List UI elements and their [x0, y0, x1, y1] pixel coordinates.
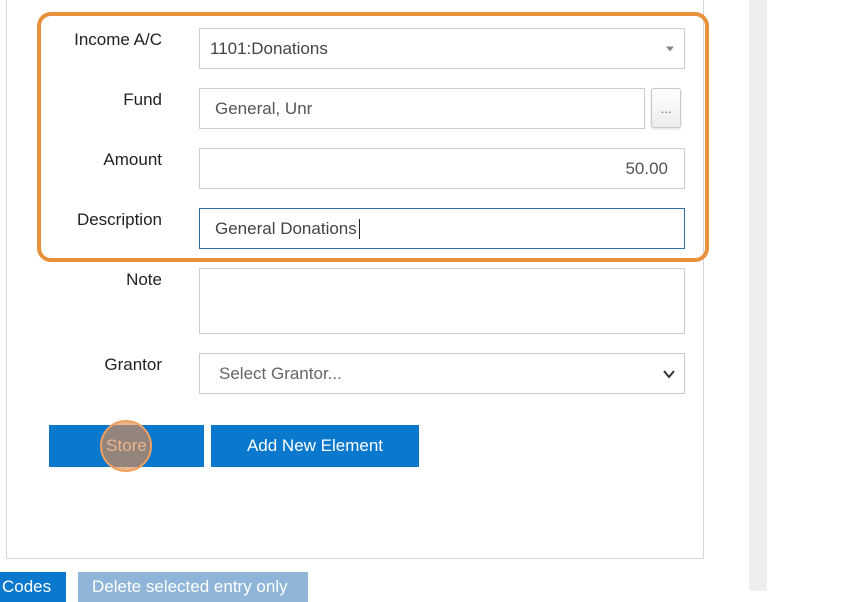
fund-value: General, Unr: [215, 98, 313, 118]
codes-button[interactable]: Codes: [0, 572, 66, 602]
amount-value: 50.00: [625, 158, 668, 178]
scroll-gutter: [749, 0, 767, 591]
store-button[interactable]: Store: [49, 425, 204, 467]
delete-selected-entry-button[interactable]: Delete selected entry only: [78, 572, 308, 602]
add-new-element-button[interactable]: Add New Element: [211, 425, 419, 467]
fund-label: Fund: [123, 90, 162, 109]
text-cursor: [359, 219, 360, 239]
amount-label: Amount: [103, 150, 162, 169]
note-textarea[interactable]: [199, 268, 685, 334]
fund-lookup-button[interactable]: ...: [651, 88, 681, 128]
caret-down-icon: [666, 46, 674, 51]
income-ac-value: 1101:Donations: [210, 38, 328, 58]
description-label: Description: [76, 210, 162, 229]
income-ac-label: Income A/C: [74, 30, 162, 49]
chevron-down-icon: [663, 369, 675, 379]
grantor-select[interactable]: Select Grantor...: [199, 353, 685, 394]
grantor-placeholder: Select Grantor...: [219, 363, 342, 383]
description-input[interactable]: General Donations: [199, 208, 685, 249]
grantor-label: Grantor: [104, 355, 162, 374]
description-value: General Donations: [215, 218, 357, 238]
income-ac-select[interactable]: 1101:Donations: [199, 28, 685, 69]
note-label: Note: [126, 270, 162, 289]
amount-input[interactable]: 50.00: [199, 148, 685, 189]
fund-input[interactable]: General, Unr: [199, 88, 645, 129]
